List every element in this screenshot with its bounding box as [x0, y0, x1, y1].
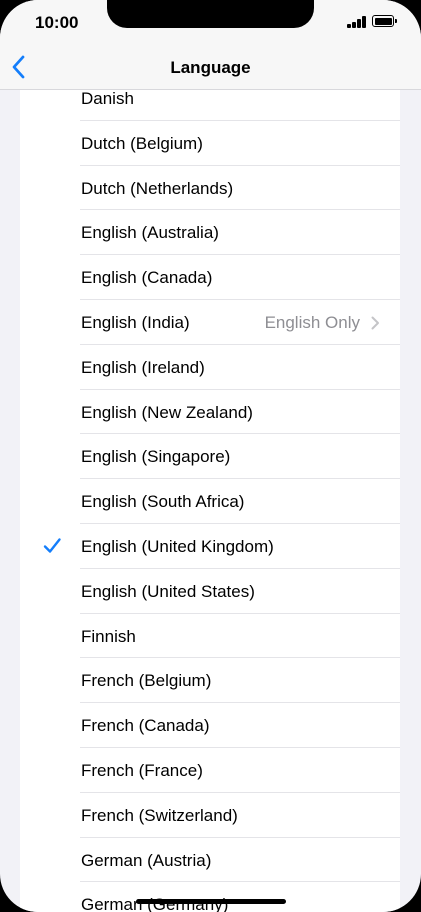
- language-label: Dutch (Belgium): [81, 133, 203, 153]
- top-bar: 10:00 Language: [0, 0, 421, 90]
- language-row-german-germany[interactable]: German (Germany): [20, 882, 400, 912]
- language-label: English (New Zealand): [81, 402, 253, 422]
- language-label: English (South Africa): [81, 492, 245, 512]
- device-notch: [107, 0, 314, 28]
- language-label: English (Singapore): [81, 447, 231, 467]
- language-row-french-france[interactable]: French (France): [20, 748, 400, 793]
- battery-icon: [372, 15, 397, 27]
- status-time: 10:00: [35, 13, 79, 32]
- language-label: French (Switzerland): [81, 805, 238, 825]
- language-label: French (Canada): [81, 716, 210, 736]
- language-label: Danish: [81, 89, 134, 108]
- language-label: English (Australia): [81, 223, 219, 243]
- language-label: English (India): [81, 312, 190, 332]
- cellular-signal-icon: [347, 16, 367, 28]
- page-title: Language: [170, 58, 251, 77]
- home-indicator[interactable]: [136, 899, 286, 904]
- language-label: English (United Kingdom): [81, 536, 274, 556]
- language-label: English (United States): [81, 581, 255, 601]
- language-row-english-south-africa[interactable]: English (South Africa): [20, 479, 400, 524]
- language-label: Dutch (Netherlands): [81, 178, 234, 198]
- language-label: French (France): [81, 760, 203, 780]
- language-detail: English Only: [264, 312, 360, 332]
- language-row-english-singapore[interactable]: English (Singapore): [20, 434, 400, 479]
- language-label: Finnish: [81, 626, 136, 646]
- language-row-english-ireland[interactable]: English (Ireland): [20, 345, 400, 390]
- language-list: Danish Dutch (Belgium) Dutch (Netherland…: [20, 76, 400, 912]
- language-row-english-australia[interactable]: English (Australia): [20, 210, 400, 255]
- language-row-english-united-kingdom[interactable]: English (United Kingdom): [20, 524, 400, 569]
- language-row-english-india[interactable]: English (India) English Only: [20, 300, 400, 345]
- language-label: English (Canada): [81, 268, 213, 288]
- language-row-dutch-netherlands[interactable]: Dutch (Netherlands): [20, 166, 400, 211]
- language-label: German (Austria): [81, 850, 212, 870]
- language-row-french-canada[interactable]: French (Canada): [20, 703, 400, 748]
- language-row-english-new-zealand[interactable]: English (New Zealand): [20, 390, 400, 435]
- language-row-english-canada[interactable]: English (Canada): [20, 255, 400, 300]
- language-row-dutch-belgium[interactable]: Dutch (Belgium): [20, 121, 400, 166]
- language-row-english-united-states[interactable]: English (United States): [20, 569, 400, 614]
- language-label: French (Belgium): [81, 671, 212, 691]
- language-row-french-switzerland[interactable]: French (Switzerland): [20, 793, 400, 838]
- language-row-french-belgium[interactable]: French (Belgium): [20, 658, 400, 703]
- phone-screen: Danish Dutch (Belgium) Dutch (Netherland…: [0, 0, 421, 912]
- checkmark-icon: [43, 538, 61, 553]
- chevron-right-icon: [371, 316, 379, 330]
- language-row-german-austria[interactable]: German (Austria): [20, 838, 400, 883]
- language-label: English (Ireland): [81, 357, 205, 377]
- language-row-finnish[interactable]: Finnish: [20, 614, 400, 659]
